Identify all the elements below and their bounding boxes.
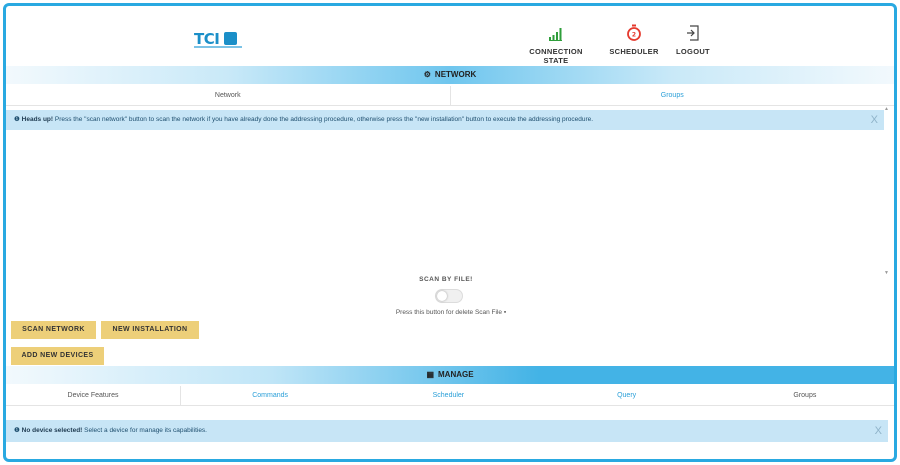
connection-state-button[interactable]: CONNECTION STATE [516,24,596,65]
manage-title: MANAGE [438,370,474,379]
new-installation-button[interactable]: NEW INSTALLATION [101,321,199,339]
tab-device-features[interactable]: Device Features [6,386,181,405]
logout-label: LOGOUT [676,47,710,56]
settings-icon: ⚙ [423,70,431,79]
network-title: NETWORK [434,70,477,79]
alert-strong: Heads up! [21,116,54,123]
info-icon: ❶ [14,116,20,123]
tab-query[interactable]: Query [538,386,716,405]
manage-section-header: ▦ MANAGE [6,366,894,384]
info-icon: ❶ [14,427,20,434]
close-icon[interactable]: X [875,420,882,442]
scan-hint-text: Press this button for delete Scan File [395,309,503,316]
tab-network[interactable]: Network [6,86,451,105]
trash-icon[interactable]: ▪ [504,309,506,316]
scan-network-button[interactable]: SCAN NETWORK [11,321,96,339]
scroll-down-icon[interactable]: ▼ [884,270,889,276]
tab-manage-groups[interactable]: Groups [716,386,894,405]
scheduler-button[interactable]: 2 SCHEDULER [604,24,664,56]
logo-tagline [194,46,242,48]
heads-up-alert: ❶ Heads up! Press the "scan network" but… [6,110,884,130]
scan-by-file-toggle[interactable] [435,289,463,303]
network-section-header: ⚙ NETWORK [6,66,894,84]
add-new-devices-button[interactable]: ADD NEW DEVICES [11,347,104,365]
stopwatch-icon: 2 [627,24,641,41]
alert-text: Press the "scan network" button to scan … [53,116,594,123]
svg-text:2: 2 [632,32,636,39]
scan-by-file-label: SCAN BY FILE! [419,276,473,283]
manage-tabs: Device Features Commands Scheduler Query… [6,386,894,406]
connection-state-label: CONNECTION STATE [529,47,583,65]
scroll-up-icon[interactable]: ▲ [884,106,889,112]
logout-button[interactable]: LOGOUT [668,24,718,56]
logo-mark [224,32,237,45]
tci-logo[interactable]: TCI [194,30,242,52]
toggle-knob [437,291,447,301]
no-device-alert: ❶ No device selected! Select a device fo… [6,420,888,442]
top-header: TCI CONNECTION STATE 2 SCHEDULER LOGOUT [6,6,894,65]
scan-hint: Press this button for delete Scan File ▪ [346,309,556,316]
close-icon[interactable]: X [871,110,878,130]
network-tabs: Network Groups [6,86,894,106]
tab-commands[interactable]: Commands [181,386,359,405]
alert-text: Select a device for manage its capabilit… [82,427,207,434]
tab-groups[interactable]: Groups [451,86,895,105]
app-frame: TCI CONNECTION STATE 2 SCHEDULER LOGOUT … [3,3,897,462]
signal-bars-icon [549,28,562,41]
grid-icon: ▦ [426,370,434,379]
tab-scheduler[interactable]: Scheduler [359,386,537,405]
scheduler-label: SCHEDULER [609,47,659,56]
logout-icon [687,25,699,41]
alert-strong: No device selected! [21,427,83,434]
content-scrollbar[interactable]: ▲ ▼ [884,106,891,276]
